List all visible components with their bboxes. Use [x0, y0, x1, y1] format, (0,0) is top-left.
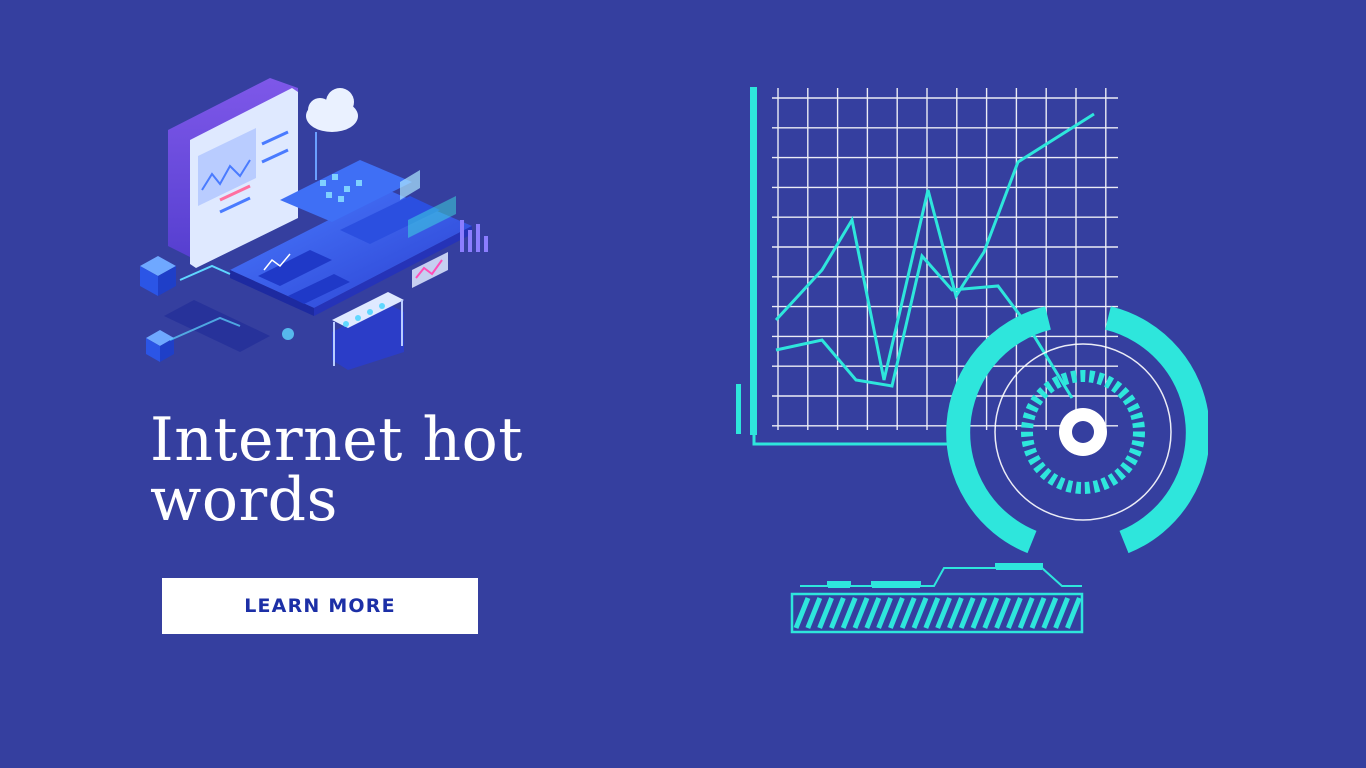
- cube-icon: [140, 256, 176, 296]
- dial-icon: [946, 306, 1208, 554]
- server-icon: [332, 292, 404, 370]
- headline: Internet hot words: [150, 405, 523, 535]
- learn-more-button[interactable]: LEARN MORE: [162, 578, 478, 634]
- isometric-tech-illustration: [140, 78, 488, 370]
- chart-dial-graphic: [736, 87, 1208, 634]
- cube-icon: [146, 330, 174, 362]
- loading-bar: [790, 563, 1084, 634]
